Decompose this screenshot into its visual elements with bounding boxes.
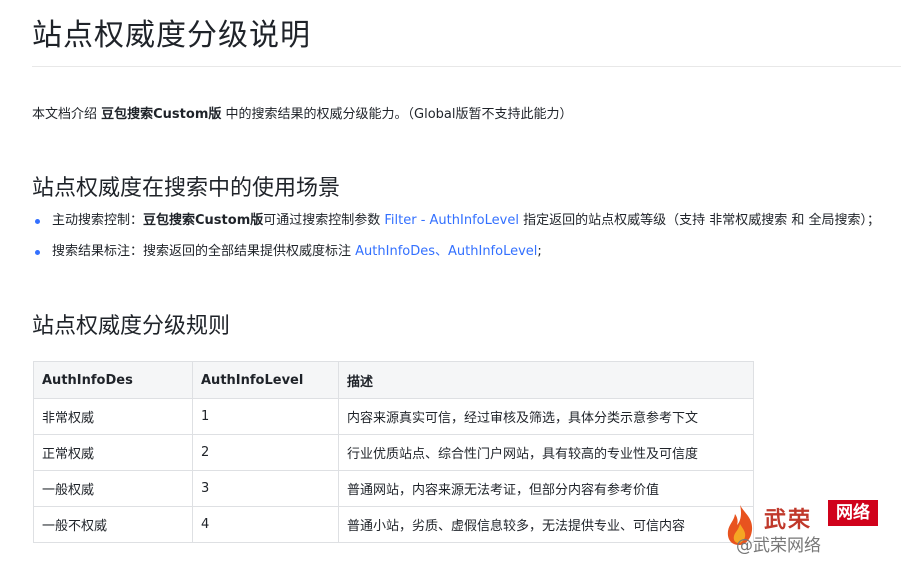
authority-level-table: AuthInfoDes AuthInfoLevel 描述 非常权威 1 内容来源… <box>33 361 754 543</box>
bullet-dot-icon <box>35 250 40 255</box>
column-header-description: 描述 <box>338 361 754 399</box>
bullet-label: 主动搜索控制： <box>52 213 144 228</box>
column-header-authinfodes: AuthInfoDes <box>33 361 193 399</box>
watermark-handle: @武荣网络 <box>736 536 821 556</box>
watermark-brand-left: 武荣 <box>764 507 813 533</box>
page-title: 站点权威度分级说明 <box>32 18 311 53</box>
bullet-label: 搜索结果标注： <box>52 244 144 259</box>
table-cell: 行业优质站点、综合性门户网站，具有较高的专业性及可信度 <box>338 434 754 471</box>
bullet-text: 指定返回的站点权威等级（支持 非常权威搜索 和 全局搜索）； <box>518 213 880 228</box>
column-header-authinfolevel: AuthInfoLevel <box>192 361 339 399</box>
intro-suffix: 中的搜索结果的权威分级能力。（Global版暂不支持此能力） <box>221 107 573 122</box>
usage-list: 主动搜索控制：豆包搜索Custom版可通过搜索控制参数 Filter - Aut… <box>32 210 880 272</box>
table-cell: 4 <box>192 506 339 543</box>
intro-product: 豆包搜索Custom版 <box>101 107 222 122</box>
bullet-text: 搜索返回的全部结果提供权威度标注 <box>143 244 356 259</box>
watermark: 武荣 网络 @武荣网络 <box>722 498 901 574</box>
bullet-text: 可通过搜索控制参数 <box>263 213 385 228</box>
table-cell: 1 <box>192 398 339 435</box>
authinfo-fields-link[interactable]: AuthInfoDes、AuthInfoLevel <box>355 244 537 259</box>
table-cell: 普通网站，内容来源无法考证，但部分内容有参考价值 <box>338 470 754 507</box>
list-item: 搜索结果标注：搜索返回的全部结果提供权威度标注 AuthInfoDes、Auth… <box>32 241 880 272</box>
table-header-row: AuthInfoDes AuthInfoLevel 描述 <box>33 361 754 399</box>
table-row: 一般权威 3 普通网站，内容来源无法考证，但部分内容有参考价值 <box>33 470 754 507</box>
bullet-dot-icon <box>35 219 40 224</box>
intro-prefix: 本文档介绍 <box>32 107 102 122</box>
filter-authinfolevel-link[interactable]: Filter - AuthInfoLevel <box>384 213 519 228</box>
bullet-bold: 豆包搜索Custom版 <box>143 213 264 228</box>
intro-paragraph: 本文档介绍 豆包搜索Custom版 中的搜索结果的权威分级能力。（Global版… <box>32 103 572 122</box>
table-cell: 非常权威 <box>33 398 193 435</box>
table-cell: 3 <box>192 470 339 507</box>
table-row: 正常权威 2 行业优质站点、综合性门户网站，具有较高的专业性及可信度 <box>33 434 754 471</box>
bullet-text: ; <box>537 244 542 259</box>
table-row: 非常权威 1 内容来源真实可信，经过审核及筛选，具体分类示意参考下文 <box>33 398 754 435</box>
watermark-brand-right: 网络 <box>828 500 878 526</box>
table-cell: 2 <box>192 434 339 471</box>
table-cell: 内容来源真实可信，经过审核及筛选，具体分类示意参考下文 <box>338 398 754 435</box>
table-row: 一般不权威 4 普通小站，劣质、虚假信息较多，无法提供专业、可信内容 <box>33 506 754 543</box>
list-item: 主动搜索控制：豆包搜索Custom版可通过搜索控制参数 Filter - Aut… <box>32 210 880 241</box>
table-cell: 正常权威 <box>33 434 193 471</box>
title-divider <box>32 66 901 67</box>
table-cell: 普通小站，劣质、虚假信息较多，无法提供专业、可信内容 <box>338 506 754 543</box>
table-cell: 一般不权威 <box>33 506 193 543</box>
section-heading-usage: 站点权威度在搜索中的使用场景 <box>32 176 341 201</box>
section-heading-rules: 站点权威度分级规则 <box>32 314 231 339</box>
table-cell: 一般权威 <box>33 470 193 507</box>
